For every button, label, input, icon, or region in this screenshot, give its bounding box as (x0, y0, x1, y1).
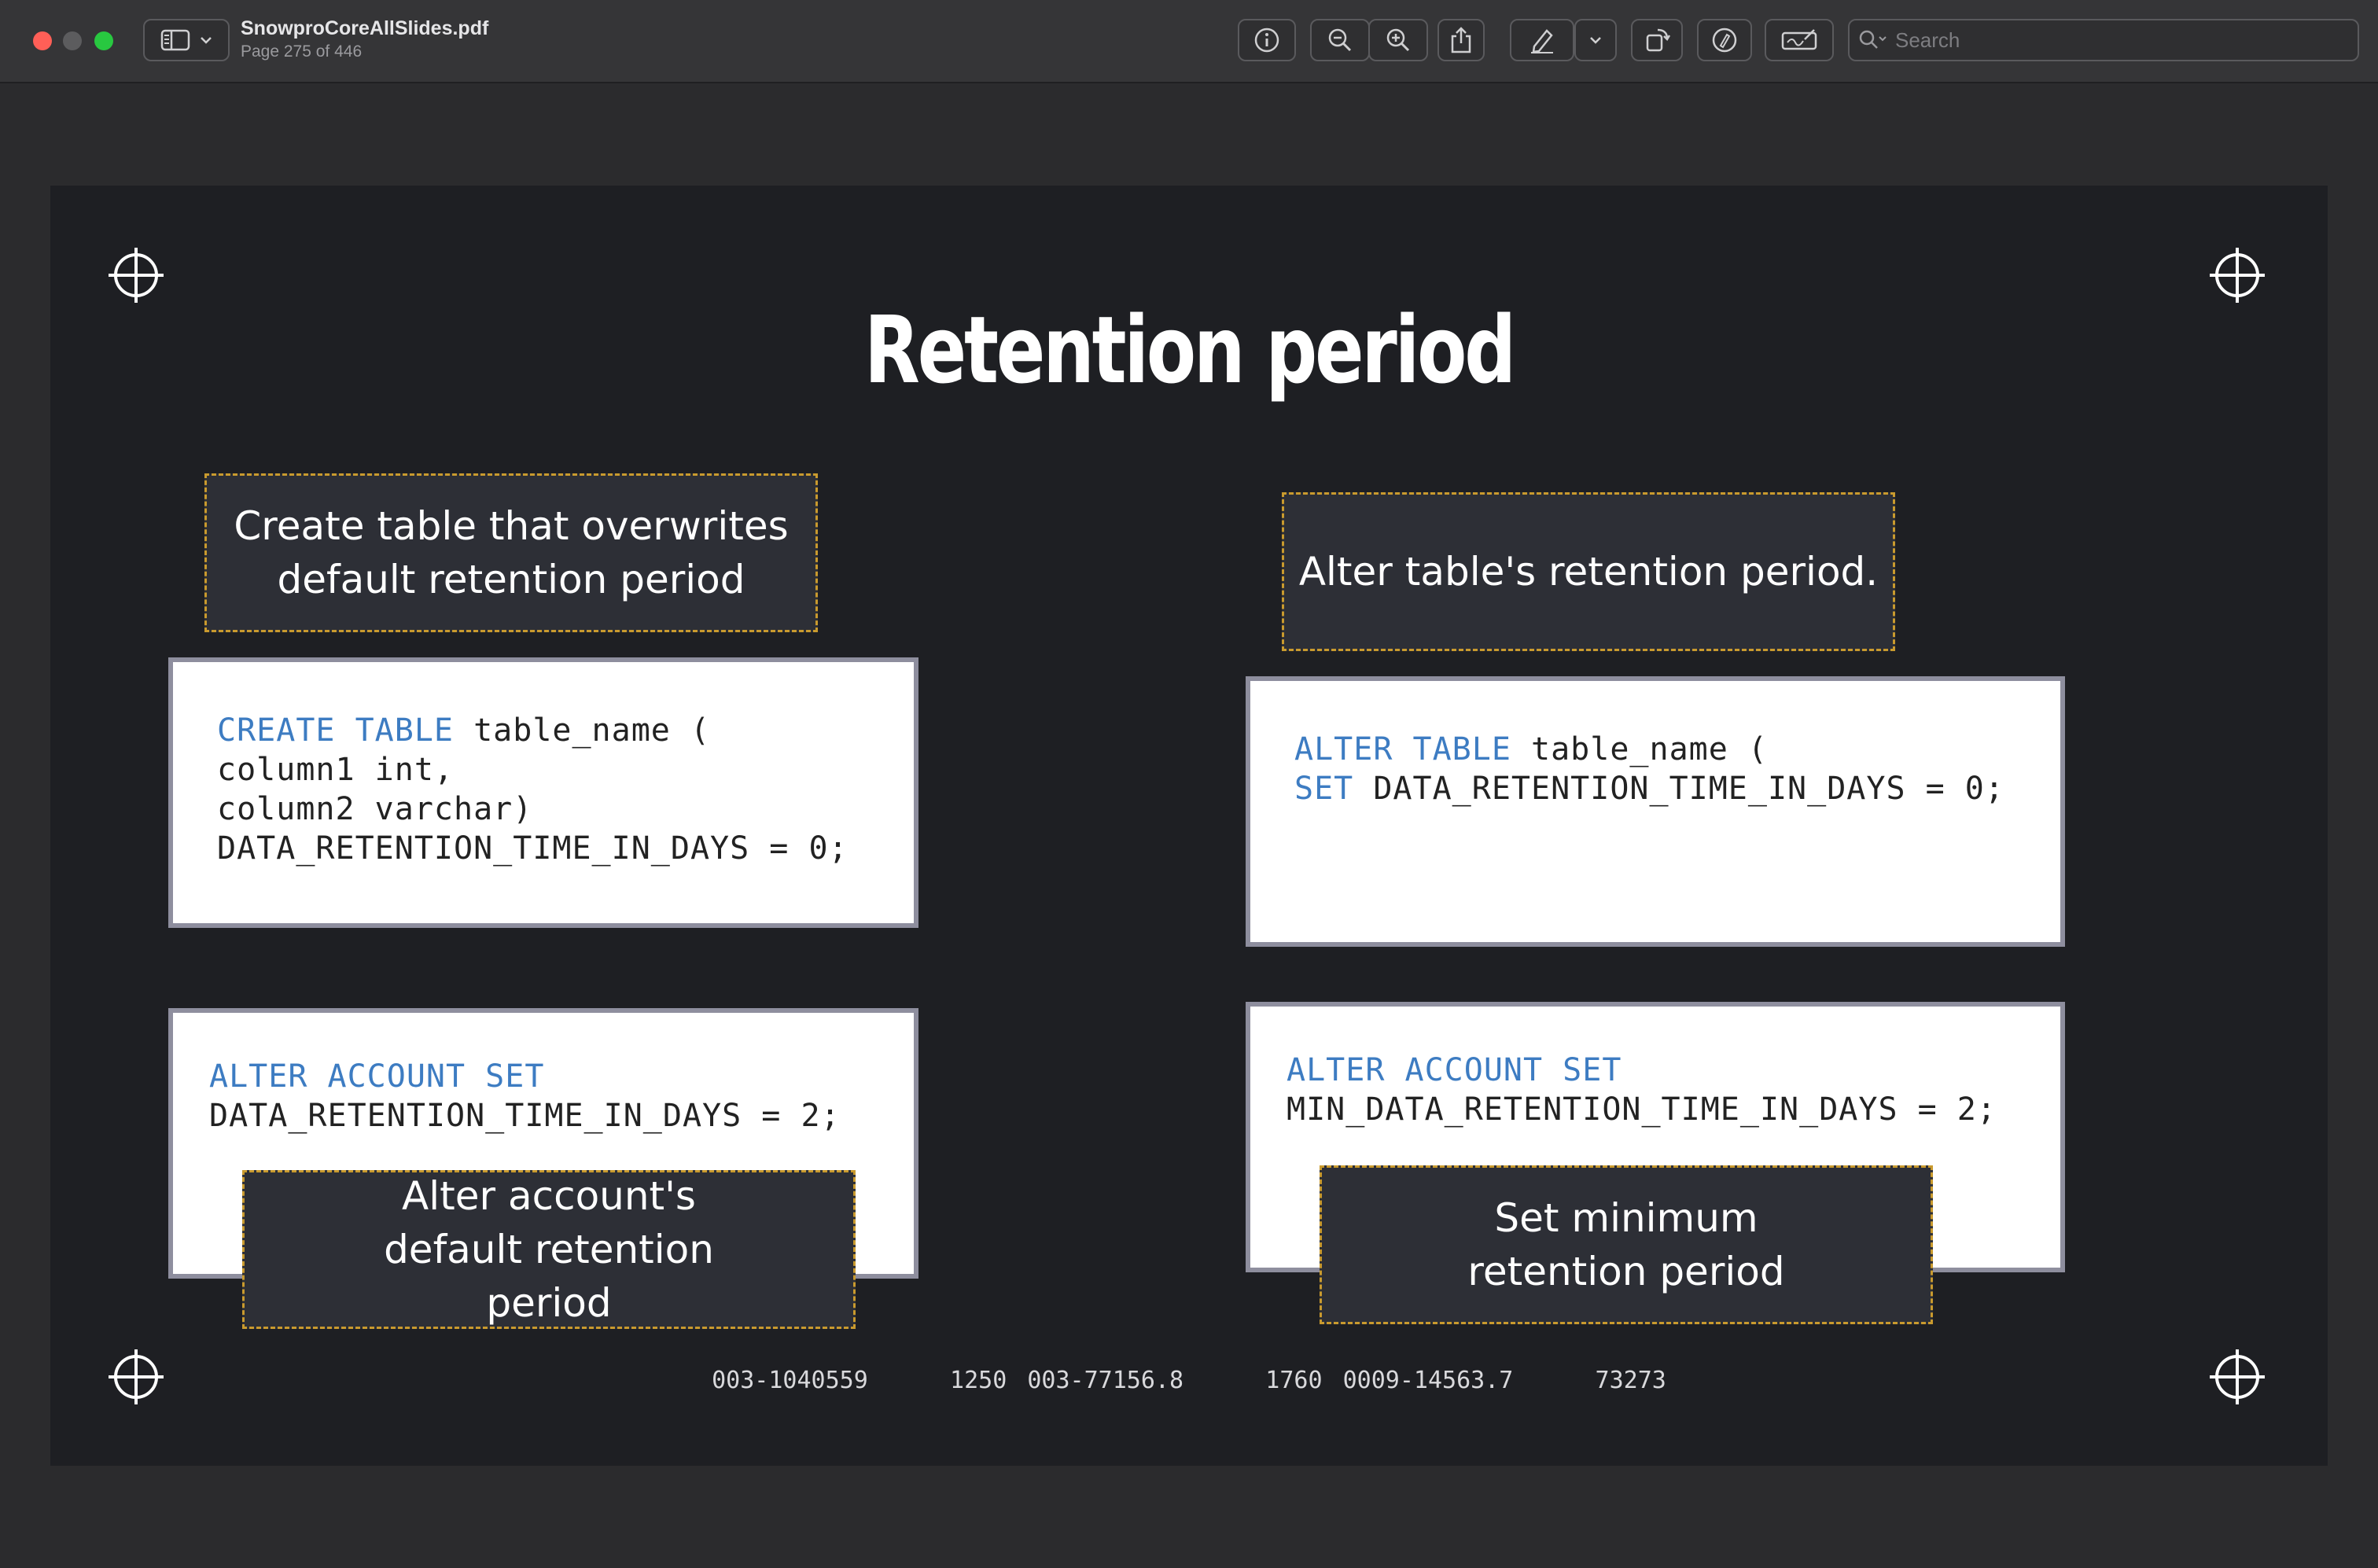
zoom-out-icon (1327, 27, 1353, 53)
code-line: DATA_RETENTION_TIME_IN_DAYS = 0; (217, 830, 848, 867)
callout-text: Create table that overwrites default ret… (234, 503, 789, 602)
close-window-button[interactable] (33, 31, 52, 50)
share-button[interactable] (1437, 19, 1485, 61)
title-bar: SnowproCoreAllSlides.pdf Page 275 of 446 (0, 0, 2378, 83)
code-snippet: ALTER ACCOUNT SET DATA_RETENTION_TIME_IN… (209, 1057, 841, 1136)
search-input[interactable] (1894, 27, 2337, 53)
code-line: DATA_RETENTION_TIME_IN_DAYS = 2; (209, 1098, 841, 1134)
signature-icon (1781, 28, 1817, 52)
zoom-window-button[interactable] (94, 31, 113, 50)
search-field[interactable] (1848, 19, 2359, 61)
sql-keyword: ALTER ACCOUNT SET (1287, 1052, 1622, 1088)
pdf-page: Retention period Create table that overw… (50, 186, 2328, 1466)
document-title: SnowproCoreAllSlides.pdf (241, 17, 489, 39)
code-box-create-table: CREATE TABLE table_name ( column1 int, c… (168, 657, 918, 928)
zoom-in-icon (1385, 27, 1412, 53)
crosshair-icon (109, 248, 164, 303)
code-line: DATA_RETENTION_TIME_IN_DAYS = 0; (1353, 771, 2004, 807)
callout-create-table: Create table that overwrites default ret… (204, 473, 818, 632)
sidebar-toggle-button[interactable] (143, 19, 230, 61)
pen-icon (1528, 26, 1556, 54)
slide-footer-numbers: 003-1040559 1250 003-77156.8 1760 0009-1… (712, 1367, 1666, 1394)
zoom-out-button[interactable] (1310, 19, 1370, 61)
sidebar-icon (160, 28, 192, 52)
callout-min-retention: Set minimum retention period (1320, 1165, 1933, 1324)
code-line: column2 varchar) (217, 791, 533, 827)
zoom-in-button[interactable] (1368, 19, 1428, 61)
code-line: column1 int, (217, 752, 454, 788)
highlight-button[interactable] (1510, 19, 1574, 61)
code-snippet: CREATE TABLE table_name ( column1 int, c… (217, 711, 848, 868)
markup-button[interactable] (1697, 19, 1752, 61)
chevron-down-icon (200, 35, 212, 45)
callout-alter-account: Alter account's default retention period (242, 1170, 856, 1329)
code-box-alter-table: ALTER TABLE table_name ( SET DATA_RETENT… (1246, 676, 2065, 947)
rotate-icon (1644, 27, 1670, 53)
code-snippet: ALTER ACCOUNT SET MIN_DATA_RETENTION_TIM… (1287, 1051, 1997, 1129)
markup-icon (1711, 27, 1738, 53)
sql-keyword: CREATE TABLE (217, 712, 454, 749)
share-icon (1449, 26, 1473, 54)
rotate-button[interactable] (1631, 19, 1683, 61)
code-snippet: ALTER TABLE table_name ( SET DATA_RETENT… (1294, 730, 2004, 808)
code-line: MIN_DATA_RETENTION_TIME_IN_DAYS = 2; (1287, 1091, 1997, 1128)
slide-title: Retention period (863, 296, 1516, 404)
callout-text: Set minimum retention period (1467, 1195, 1785, 1294)
search-icon (1857, 28, 1889, 52)
page-status: Page 275 of 446 (241, 42, 363, 61)
info-button[interactable] (1238, 19, 1296, 61)
sql-keyword: ALTER ACCOUNT SET (209, 1058, 545, 1095)
minimize-window-button[interactable] (63, 31, 82, 50)
crosshair-icon (2210, 248, 2265, 303)
info-icon (1253, 27, 1280, 53)
code-line: table_name ( (453, 712, 711, 749)
sign-button[interactable] (1765, 19, 1834, 61)
sql-keyword: ALTER TABLE (1294, 731, 1511, 767)
callout-text: Alter account's default retention period (384, 1173, 714, 1326)
sql-keyword: SET (1294, 771, 1354, 807)
callout-text: Alter table's retention period. (1298, 549, 1879, 594)
highlight-options-button[interactable] (1574, 19, 1617, 61)
code-line: table_name ( (1511, 731, 1768, 767)
chevron-down-icon (1589, 35, 1602, 45)
callout-alter-table: Alter table's retention period. (1282, 492, 1895, 651)
